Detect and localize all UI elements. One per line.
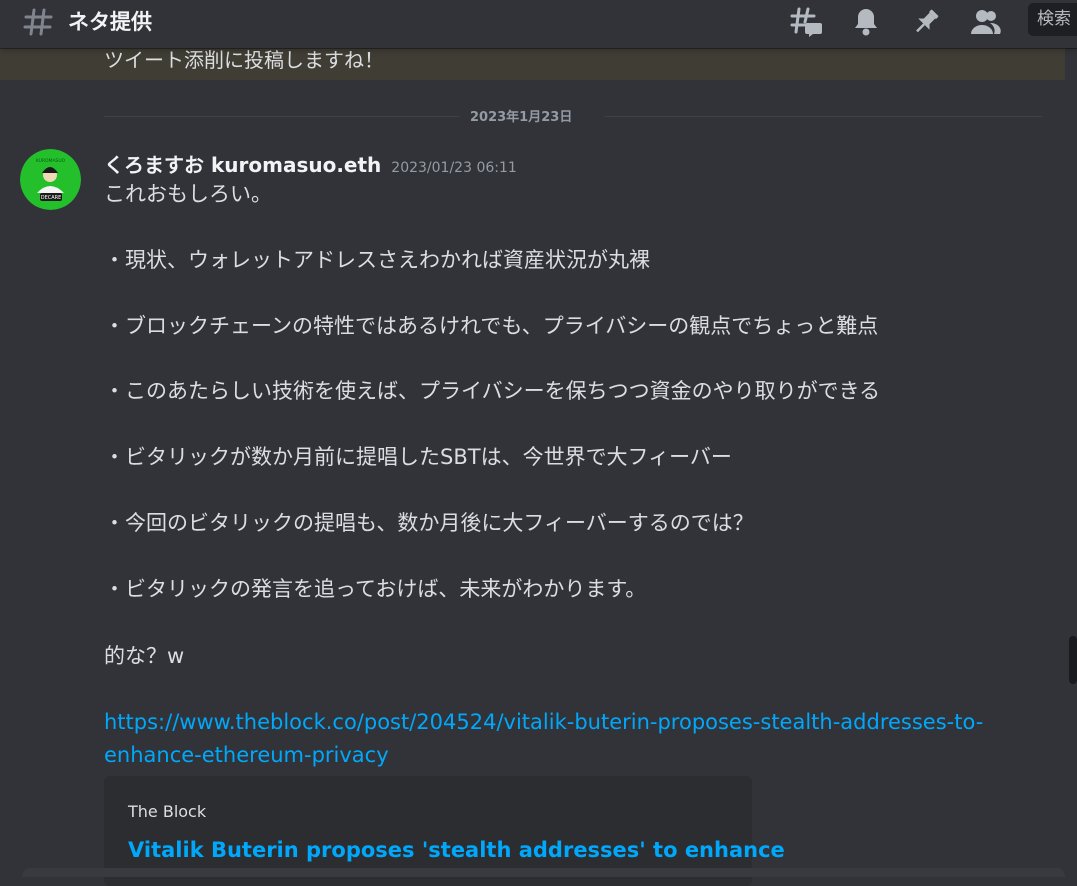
pin-icon[interactable] <box>910 6 942 38</box>
channel-header: ネタ提供 検索 <box>0 0 1077 48</box>
hash-icon <box>23 8 53 36</box>
avatar[interactable]: KUROMASUO DECARE <box>20 149 81 210</box>
members-icon[interactable] <box>969 6 1001 38</box>
message-composer[interactable] <box>22 868 1065 877</box>
bell-icon[interactable] <box>850 6 882 38</box>
message-line: これおもしろい。 <box>104 182 272 206</box>
message-line: ・このあたらしい技術を使えば、プライバシーを保ちつつ資金のやり取りができる <box>104 379 881 403</box>
message-line: ・今回のビタリックの提唱も、数か月後に大フィーバーするのでは？ <box>104 511 754 535</box>
channel-name: ネタ提供 <box>68 10 152 34</box>
search-input[interactable]: 検索 <box>1028 3 1077 36</box>
message-link[interactable]: enhance-ethereum-privacy <box>104 742 389 768</box>
message-line: ・ビタリックの発言を追っておけば、未来がわかります。 <box>104 577 647 601</box>
previous-message: ツイート添削に投稿しますね！ <box>0 48 1065 80</box>
svg-text:DECARE: DECARE <box>41 195 62 201</box>
date-divider-line-right <box>604 116 1042 117</box>
date-divider: 2023年1月23日 <box>470 110 573 125</box>
previous-message-text: ツイート添削に投稿しますね！ <box>104 48 384 72</box>
message-line: 的な？w <box>104 644 185 668</box>
date-divider-line-left <box>104 116 460 117</box>
message-line: ・現状、ウォレットアドレスさえわかれば資産状況が丸裸 <box>104 248 650 272</box>
message-header: くろますお kuromasuo.eth 2023/01/23 06:11 <box>104 149 517 178</box>
scrollbar-thumb[interactable] <box>1069 636 1077 684</box>
threads-icon[interactable] <box>790 6 822 38</box>
author-name[interactable]: くろますお kuromasuo.eth <box>104 153 381 177</box>
message-timestamp: 2023/01/23 06:11 <box>391 160 517 176</box>
embed-title[interactable]: Vitalik Buterin proposes 'stealth addres… <box>128 838 785 862</box>
message-line: ・ビタリックが数か月前に提唱したSBTは、今世界で大フィーバー <box>104 445 732 469</box>
message-link[interactable]: https://www.theblock.co/post/204524/vita… <box>104 709 983 735</box>
svg-text:KUROMASUO: KUROMASUO <box>36 158 66 164</box>
message-line: ・ブロックチェーンの特性ではあるけれでも、プライバシーの観点でちょっと難点 <box>104 314 879 338</box>
embed-provider[interactable]: The Block <box>128 802 206 821</box>
